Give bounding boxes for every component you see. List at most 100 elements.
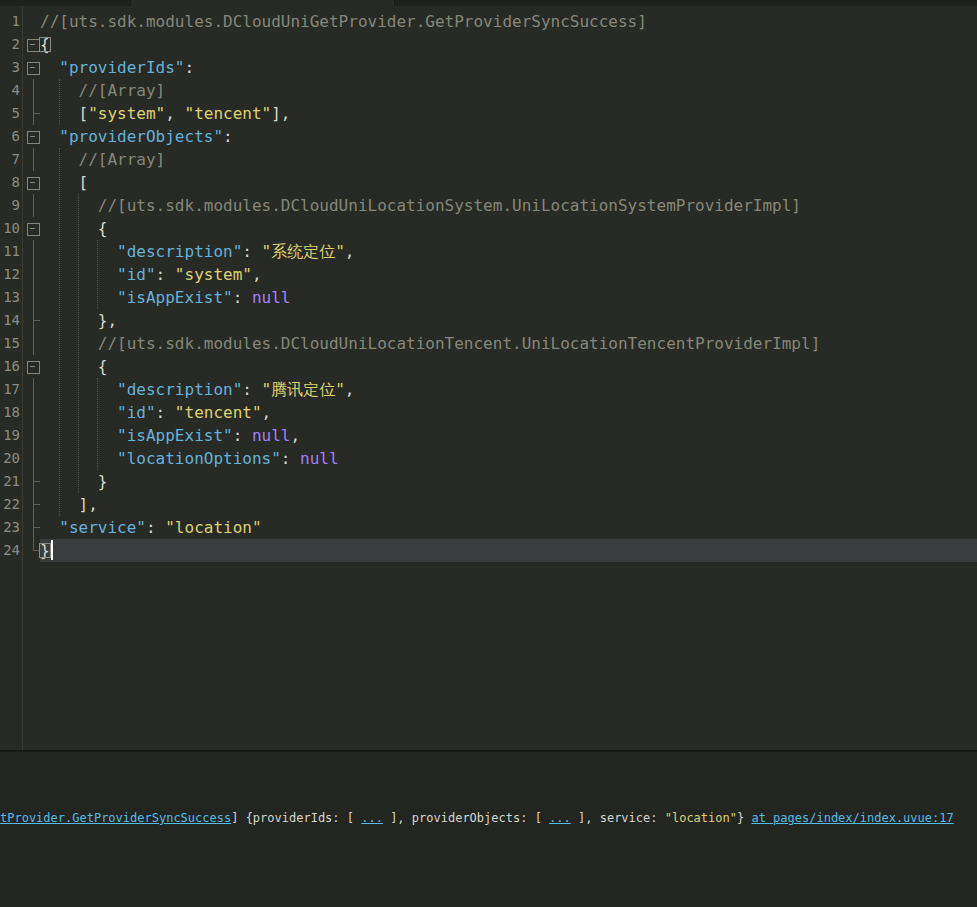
fold-guide bbox=[22, 516, 40, 539]
code-line: 7 //[Array] bbox=[0, 148, 977, 171]
code-text[interactable]: "providerObjects": bbox=[40, 125, 977, 148]
token: : bbox=[233, 288, 252, 307]
fold-guide bbox=[22, 240, 40, 263]
fold-toggle-icon[interactable] bbox=[22, 56, 40, 79]
code-text[interactable]: "service": "location" bbox=[40, 516, 977, 539]
token bbox=[40, 196, 98, 215]
code-text[interactable]: //[uts.sdk.modules.DCloudUniLocationTenc… bbox=[40, 332, 977, 355]
token: { bbox=[40, 357, 107, 376]
console-panel: tProvider.GetProviderSyncSuccess] {provi… bbox=[0, 752, 977, 907]
token: "tencent" bbox=[175, 403, 262, 422]
code-text[interactable]: "description": "腾讯定位", bbox=[40, 378, 977, 401]
code-text[interactable]: ], bbox=[40, 493, 977, 516]
console-link[interactable]: ... bbox=[361, 811, 383, 825]
code-text[interactable]: }, bbox=[40, 309, 977, 332]
token: [ bbox=[40, 104, 88, 123]
token bbox=[40, 334, 98, 353]
fold-toggle-icon[interactable] bbox=[22, 33, 40, 56]
code-line: 24} bbox=[0, 539, 977, 562]
console-link[interactable]: ... bbox=[549, 811, 571, 825]
fold-guide bbox=[22, 470, 40, 493]
code-text[interactable]: } bbox=[40, 470, 977, 493]
code-text[interactable]: //[uts.sdk.modules.DCloudUniGetProvider.… bbox=[40, 10, 977, 33]
code-text[interactable]: //[Array] bbox=[40, 148, 977, 171]
line-number: 21 bbox=[0, 470, 20, 493]
code-text[interactable]: ["system", "tencent"], bbox=[40, 102, 977, 125]
fold-guide bbox=[22, 102, 40, 125]
token: ], bbox=[40, 495, 98, 514]
token: , bbox=[345, 242, 355, 261]
token: "isAppExist" bbox=[117, 288, 233, 307]
token: : bbox=[242, 242, 261, 261]
code-line: 9 //[uts.sdk.modules.DCloudUniLocationSy… bbox=[0, 194, 977, 217]
token: //[Array] bbox=[79, 150, 166, 169]
fold-toggle-icon[interactable] bbox=[22, 125, 40, 148]
code-text[interactable]: { bbox=[40, 355, 977, 378]
code-line: 10 { bbox=[0, 217, 977, 240]
fold-guide bbox=[22, 493, 40, 516]
fold-toggle-icon[interactable] bbox=[22, 171, 40, 194]
code-text[interactable]: //[Array] bbox=[40, 79, 977, 102]
code-text[interactable]: "id": "system", bbox=[40, 263, 977, 286]
line-number: 12 bbox=[0, 263, 20, 286]
code-text[interactable]: "providerIds": bbox=[40, 56, 977, 79]
line-number: 17 bbox=[0, 378, 20, 401]
code-line: 4 //[Array] bbox=[0, 79, 977, 102]
fold-guide bbox=[22, 539, 40, 562]
line-number: 11 bbox=[0, 240, 20, 263]
token: "locationOptions" bbox=[117, 449, 281, 468]
code-text[interactable]: "description": "系统定位", bbox=[40, 240, 977, 263]
line-number: 16 bbox=[0, 355, 20, 378]
fold-guide bbox=[22, 79, 40, 102]
code-text[interactable]: { bbox=[40, 33, 977, 56]
token: : bbox=[242, 380, 261, 399]
code-line: 5 ["system", "tencent"], bbox=[0, 102, 977, 125]
token: null bbox=[300, 449, 339, 468]
code-text[interactable]: "locationOptions": null bbox=[40, 447, 977, 470]
token: "系统定位" bbox=[262, 242, 345, 261]
token: , bbox=[252, 265, 262, 284]
fold-toggle-icon[interactable] bbox=[22, 355, 40, 378]
token: , bbox=[290, 426, 300, 445]
token: null bbox=[252, 426, 291, 445]
code-line: 23 "service": "location" bbox=[0, 516, 977, 539]
code-line: 12 "id": "system", bbox=[0, 263, 977, 286]
code-line: 14 }, bbox=[0, 309, 977, 332]
code-text[interactable]: [ bbox=[40, 171, 977, 194]
fold-guide bbox=[22, 378, 40, 401]
console-text: "location" bbox=[665, 811, 737, 825]
indent-guide bbox=[59, 79, 60, 125]
console-link[interactable]: tProvider.GetProviderSyncSuccess bbox=[0, 811, 231, 825]
token: [ bbox=[40, 173, 88, 192]
code-text[interactable]: "id": "tencent", bbox=[40, 401, 977, 424]
line-number: 22 bbox=[0, 493, 20, 516]
fold-toggle-icon[interactable] bbox=[22, 217, 40, 240]
code-text[interactable]: "isAppExist": null, bbox=[40, 424, 977, 447]
fold-guide bbox=[22, 194, 40, 217]
line-number: 8 bbox=[0, 171, 20, 194]
code-editor[interactable]: 1//[uts.sdk.modules.DCloudUniGetProvider… bbox=[0, 6, 977, 750]
token: "system" bbox=[88, 104, 165, 123]
console-text: ], service: bbox=[571, 811, 665, 825]
code-text[interactable]: "isAppExist": null bbox=[40, 286, 977, 309]
token: ], bbox=[271, 104, 290, 123]
code-line: 19 "isAppExist": null, bbox=[0, 424, 977, 447]
indent-guide bbox=[78, 194, 79, 493]
console-link[interactable]: at pages/index/index.uvue:17 bbox=[751, 811, 953, 825]
code-text[interactable]: //[uts.sdk.modules.DCloudUniLocationSyst… bbox=[40, 194, 977, 217]
console-log-line: tProvider.GetProviderSyncSuccess] {provi… bbox=[0, 806, 954, 830]
token: "isAppExist" bbox=[117, 426, 233, 445]
token: "providerObjects" bbox=[59, 127, 223, 146]
token: : bbox=[156, 265, 175, 284]
code-line: 11 "description": "系统定位", bbox=[0, 240, 977, 263]
line-number: 18 bbox=[0, 401, 20, 424]
line-number: 20 bbox=[0, 447, 20, 470]
token: "system" bbox=[175, 265, 252, 284]
token: "location" bbox=[165, 518, 261, 537]
fold-guide bbox=[22, 447, 40, 470]
code-text[interactable]: } bbox=[40, 539, 977, 562]
code-text[interactable]: { bbox=[40, 217, 977, 240]
token: , bbox=[262, 403, 272, 422]
token: //[uts.sdk.modules.DCloudUniLocationSyst… bbox=[98, 196, 801, 215]
fold-guide bbox=[22, 401, 40, 424]
